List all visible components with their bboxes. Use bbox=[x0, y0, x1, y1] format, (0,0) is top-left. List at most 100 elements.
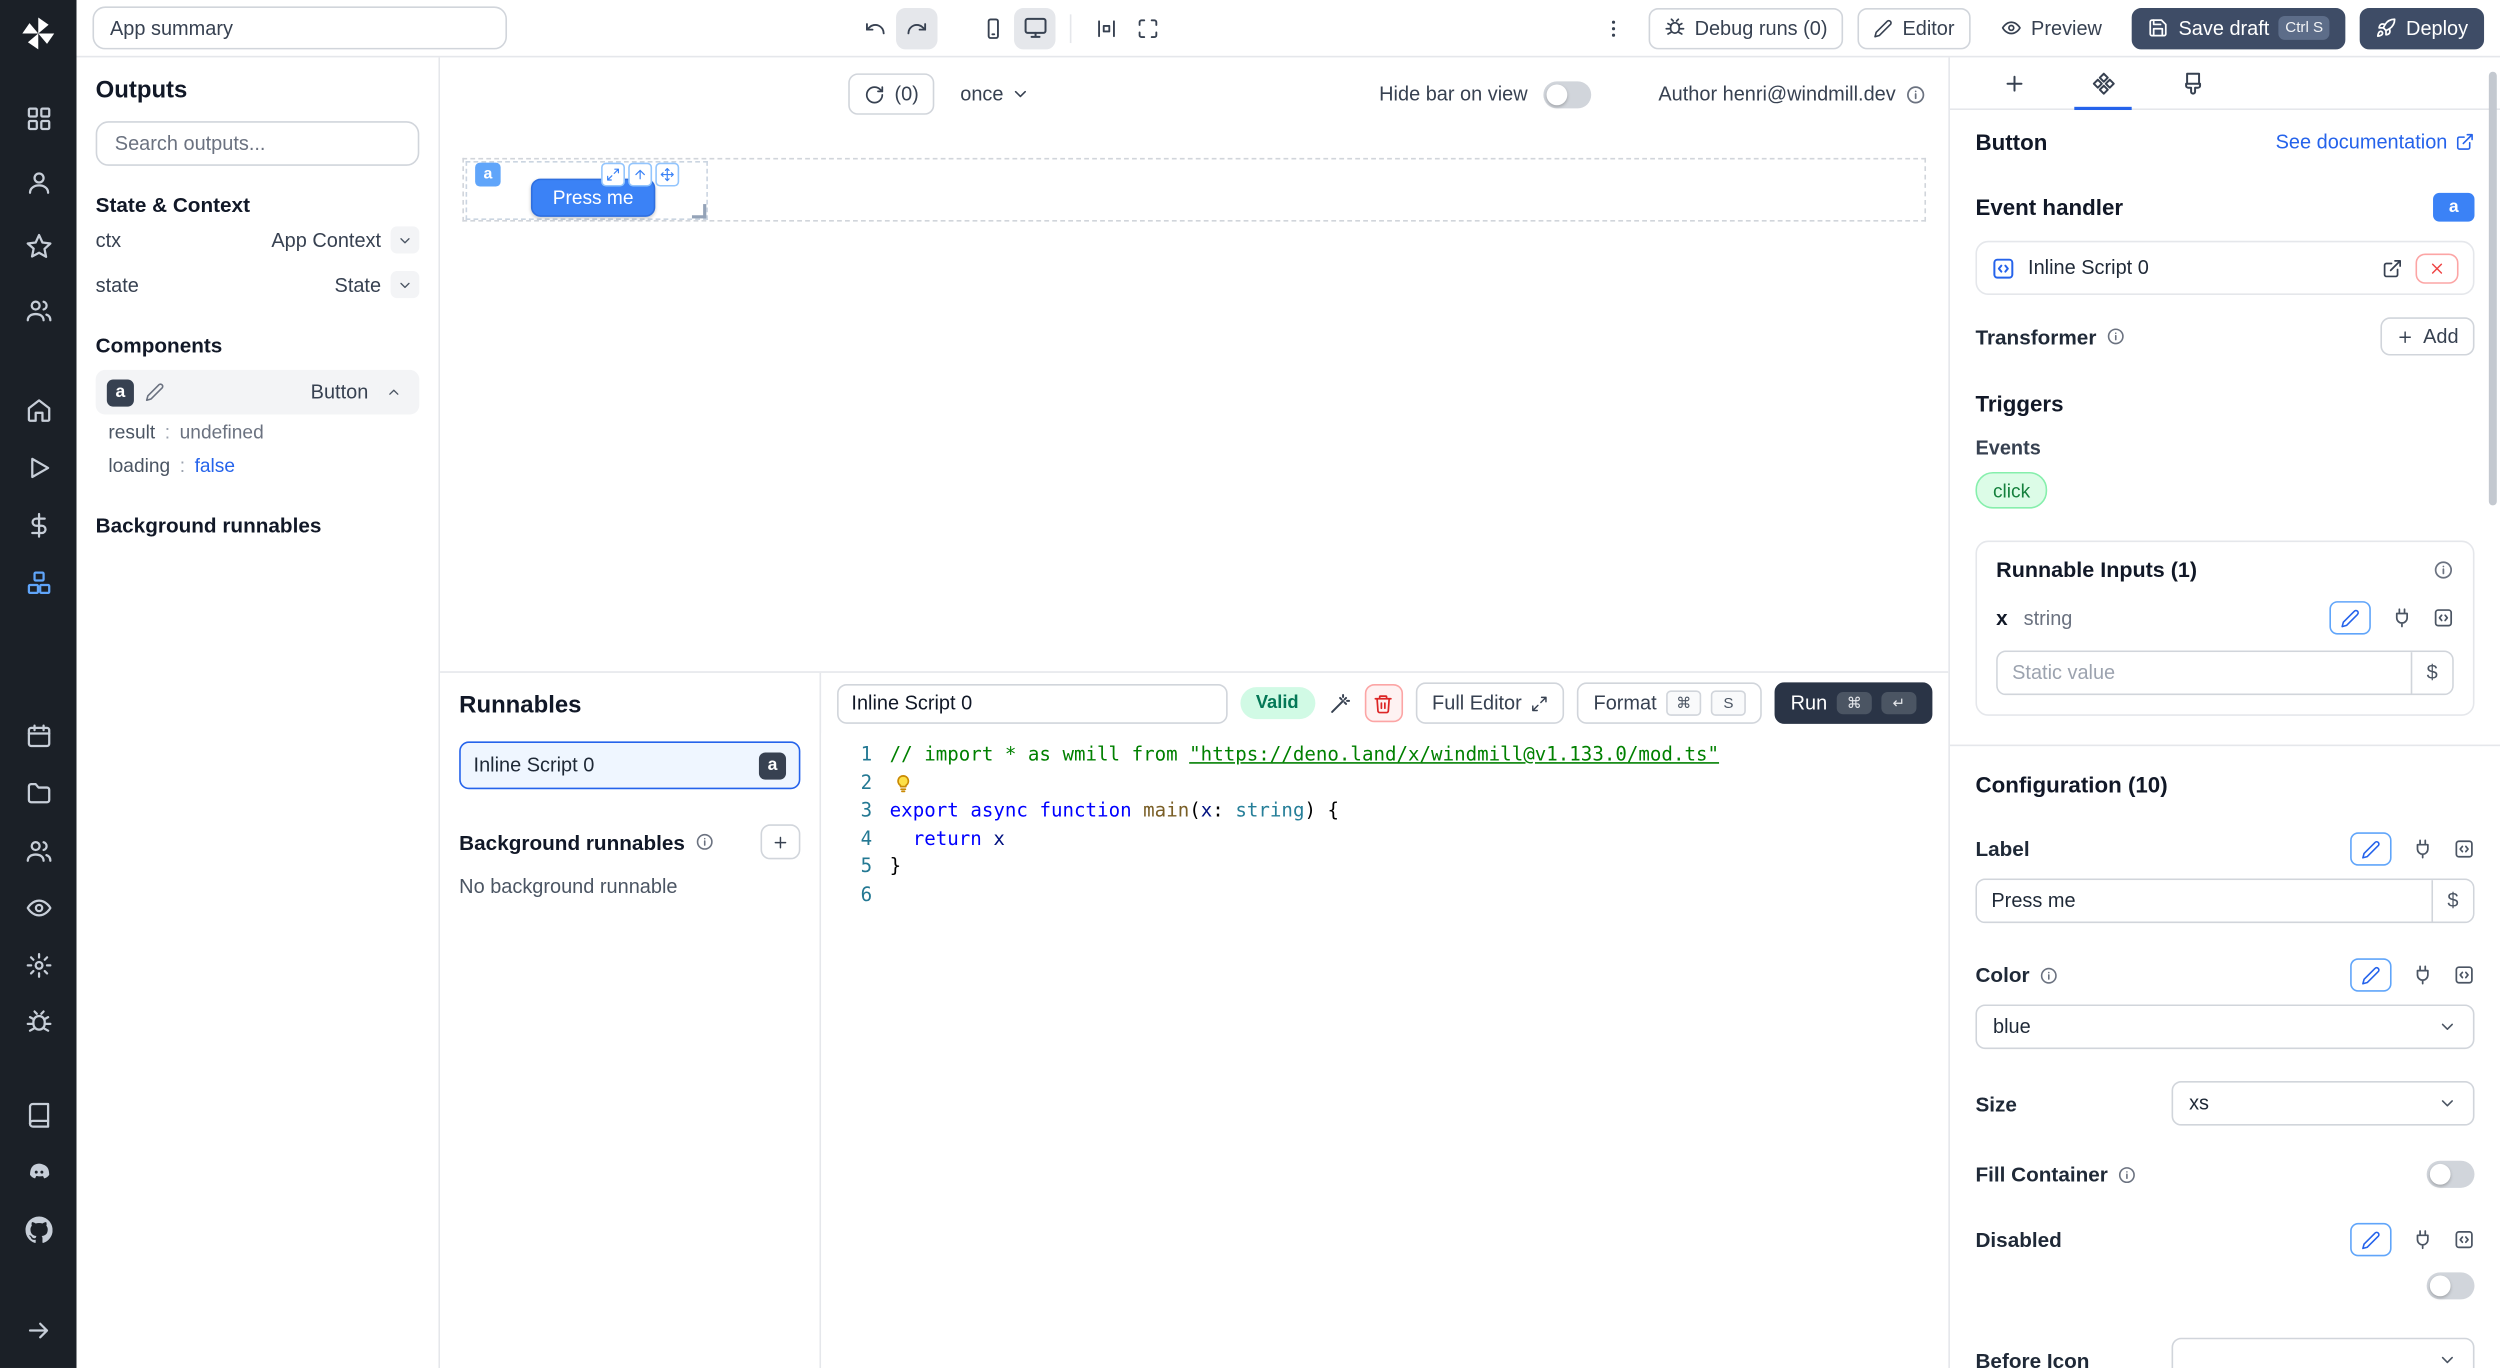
preview-tab-button[interactable]: Preview bbox=[1985, 7, 2118, 48]
delete-script-button[interactable] bbox=[1364, 684, 1403, 722]
static-value-input[interactable] bbox=[1998, 652, 2411, 693]
code-line[interactable]: } bbox=[890, 854, 1949, 882]
eval-mode-button[interactable] bbox=[2454, 839, 2475, 860]
more-menu-button[interactable] bbox=[1593, 7, 1634, 48]
open-script-button[interactable] bbox=[2382, 257, 2403, 278]
event-handler-script-row[interactable]: Inline Script 0 bbox=[1975, 241, 2474, 295]
sidebar-github-button[interactable] bbox=[13, 1204, 64, 1255]
sidebar-home-button[interactable] bbox=[13, 384, 64, 435]
full-editor-button[interactable]: Full Editor bbox=[1416, 682, 1565, 723]
template-dollar-button[interactable]: $ bbox=[2431, 880, 2472, 921]
sidebar-star-button[interactable] bbox=[13, 220, 64, 271]
info-icon[interactable] bbox=[2117, 1165, 2136, 1184]
sidebar-book-button[interactable] bbox=[13, 1089, 64, 1140]
canvas-grid-row[interactable]: a Press me bbox=[462, 158, 1926, 222]
static-mode-button[interactable] bbox=[2350, 832, 2391, 865]
run-mode-dropdown[interactable]: once bbox=[951, 81, 1040, 107]
tab-insert-component[interactable] bbox=[1969, 57, 2058, 108]
deploy-button[interactable]: Deploy bbox=[2360, 7, 2484, 48]
format-button[interactable]: Format ⌘ S bbox=[1578, 682, 1762, 723]
redo-button[interactable] bbox=[896, 7, 937, 48]
undo-button[interactable] bbox=[855, 7, 896, 48]
fullscreen-button[interactable] bbox=[1127, 7, 1168, 48]
tab-component-settings[interactable] bbox=[2058, 57, 2147, 108]
code-action-lightbulb-icon[interactable] bbox=[893, 773, 914, 794]
ai-assistant-button[interactable] bbox=[1327, 691, 1351, 715]
editor-tab-button[interactable]: Editor bbox=[1858, 7, 1971, 48]
info-icon[interactable] bbox=[1905, 84, 1926, 105]
connect-mode-button[interactable] bbox=[2412, 1229, 2433, 1250]
component-list-item[interactable]: a Button bbox=[96, 370, 420, 415]
app-canvas[interactable]: a Press me bbox=[440, 131, 1948, 673]
tab-styling[interactable] bbox=[2148, 57, 2237, 108]
component-prop-result[interactable]: result : undefined bbox=[96, 415, 420, 448]
info-icon[interactable] bbox=[2106, 327, 2125, 346]
template-dollar-button[interactable]: $ bbox=[2411, 652, 2452, 693]
sidebar-groups-button[interactable] bbox=[13, 824, 64, 875]
sidebar-expand-sidebar-button[interactable] bbox=[13, 1304, 64, 1355]
info-icon[interactable] bbox=[2039, 965, 2058, 984]
see-documentation-link[interactable]: See documentation bbox=[2276, 131, 2475, 153]
info-icon[interactable] bbox=[694, 832, 713, 851]
move-component-handle[interactable] bbox=[655, 163, 679, 187]
context-row-ctx[interactable]: ctx App Context bbox=[96, 218, 420, 261]
scrollbar-thumb[interactable] bbox=[2489, 72, 2497, 506]
desktop-view-button[interactable] bbox=[1014, 7, 1055, 48]
sidebar-bug-button[interactable] bbox=[13, 996, 64, 1047]
center-layout-button[interactable] bbox=[1086, 7, 1127, 48]
run-button[interactable]: Run ⌘ ↵ bbox=[1775, 682, 1933, 723]
save-draft-button[interactable]: Save draft Ctrl S bbox=[2132, 7, 2345, 48]
disabled-toggle[interactable] bbox=[2427, 1272, 2475, 1299]
code-lines[interactable]: // import * as wmill from "https://deno.… bbox=[890, 741, 1949, 1368]
sidebar-calendar-button[interactable] bbox=[13, 710, 64, 761]
connect-mode-button[interactable] bbox=[2392, 607, 2413, 628]
sidebar-eye-button[interactable] bbox=[13, 882, 64, 933]
sidebar-workers-button[interactable] bbox=[13, 556, 64, 607]
before-icon-select[interactable] bbox=[2172, 1338, 2475, 1368]
outputs-search-input[interactable] bbox=[112, 131, 404, 157]
sidebar-discord-button[interactable] bbox=[13, 1146, 64, 1197]
anchor-component-handle[interactable] bbox=[628, 163, 652, 187]
component-prop-loading[interactable]: loading : false bbox=[96, 448, 420, 481]
fill-container-toggle[interactable] bbox=[2427, 1161, 2475, 1188]
color-select[interactable]: blue bbox=[1975, 1004, 2474, 1049]
refresh-runnables-button[interactable]: (0) bbox=[848, 73, 935, 114]
sidebar-dollar-button[interactable] bbox=[13, 499, 64, 550]
sidebar-users-button[interactable] bbox=[13, 284, 64, 335]
collapse-component-button[interactable] bbox=[379, 379, 408, 406]
static-mode-button[interactable] bbox=[2350, 958, 2391, 991]
add-transformer-button[interactable]: Add bbox=[2380, 317, 2474, 355]
sidebar-play-button[interactable] bbox=[13, 442, 64, 493]
info-icon[interactable] bbox=[2433, 560, 2454, 581]
add-background-runnable-button[interactable] bbox=[761, 824, 801, 859]
code-line[interactable]: return x bbox=[890, 826, 1949, 854]
expand-ctx-button[interactable] bbox=[391, 226, 420, 253]
code-editor[interactable]: 123456 // import * as wmill from "https:… bbox=[821, 733, 1948, 1368]
code-line[interactable]: // import * as wmill from "https://deno.… bbox=[890, 741, 1949, 769]
connect-mode-button[interactable] bbox=[2412, 965, 2433, 986]
context-row-state[interactable]: state State bbox=[96, 263, 420, 306]
debug-runs-button[interactable]: Debug runs (0) bbox=[1648, 7, 1843, 48]
static-mode-button[interactable] bbox=[2350, 1223, 2391, 1256]
static-mode-button[interactable] bbox=[2329, 601, 2370, 634]
eval-mode-button[interactable] bbox=[2454, 965, 2475, 986]
sidebar-settings-button[interactable] bbox=[13, 939, 64, 990]
app-summary-input[interactable] bbox=[92, 6, 507, 49]
expand-component-handle[interactable] bbox=[601, 163, 625, 187]
script-name-input[interactable] bbox=[837, 683, 1227, 723]
sidebar-user-button[interactable] bbox=[13, 156, 64, 207]
code-line[interactable]: export async function main(x: string) { bbox=[890, 797, 1949, 825]
code-line[interactable] bbox=[890, 769, 1949, 797]
sidebar-dashboard-button[interactable] bbox=[13, 92, 64, 143]
eval-mode-button[interactable] bbox=[2454, 1229, 2475, 1250]
runnable-item-inline-script-0[interactable]: Inline Script 0 a bbox=[459, 741, 800, 789]
button-component-cell[interactable]: a Press me bbox=[466, 161, 708, 220]
detach-script-button[interactable] bbox=[2415, 253, 2458, 283]
size-select[interactable]: xs bbox=[2172, 1081, 2475, 1126]
windmill-logo[interactable] bbox=[18, 13, 59, 54]
eval-mode-button[interactable] bbox=[2433, 607, 2454, 628]
mobile-view-button[interactable] bbox=[973, 7, 1014, 48]
label-value-input[interactable] bbox=[1977, 880, 2431, 921]
hide-bar-toggle[interactable] bbox=[1544, 81, 1592, 108]
code-line[interactable] bbox=[890, 882, 1949, 910]
